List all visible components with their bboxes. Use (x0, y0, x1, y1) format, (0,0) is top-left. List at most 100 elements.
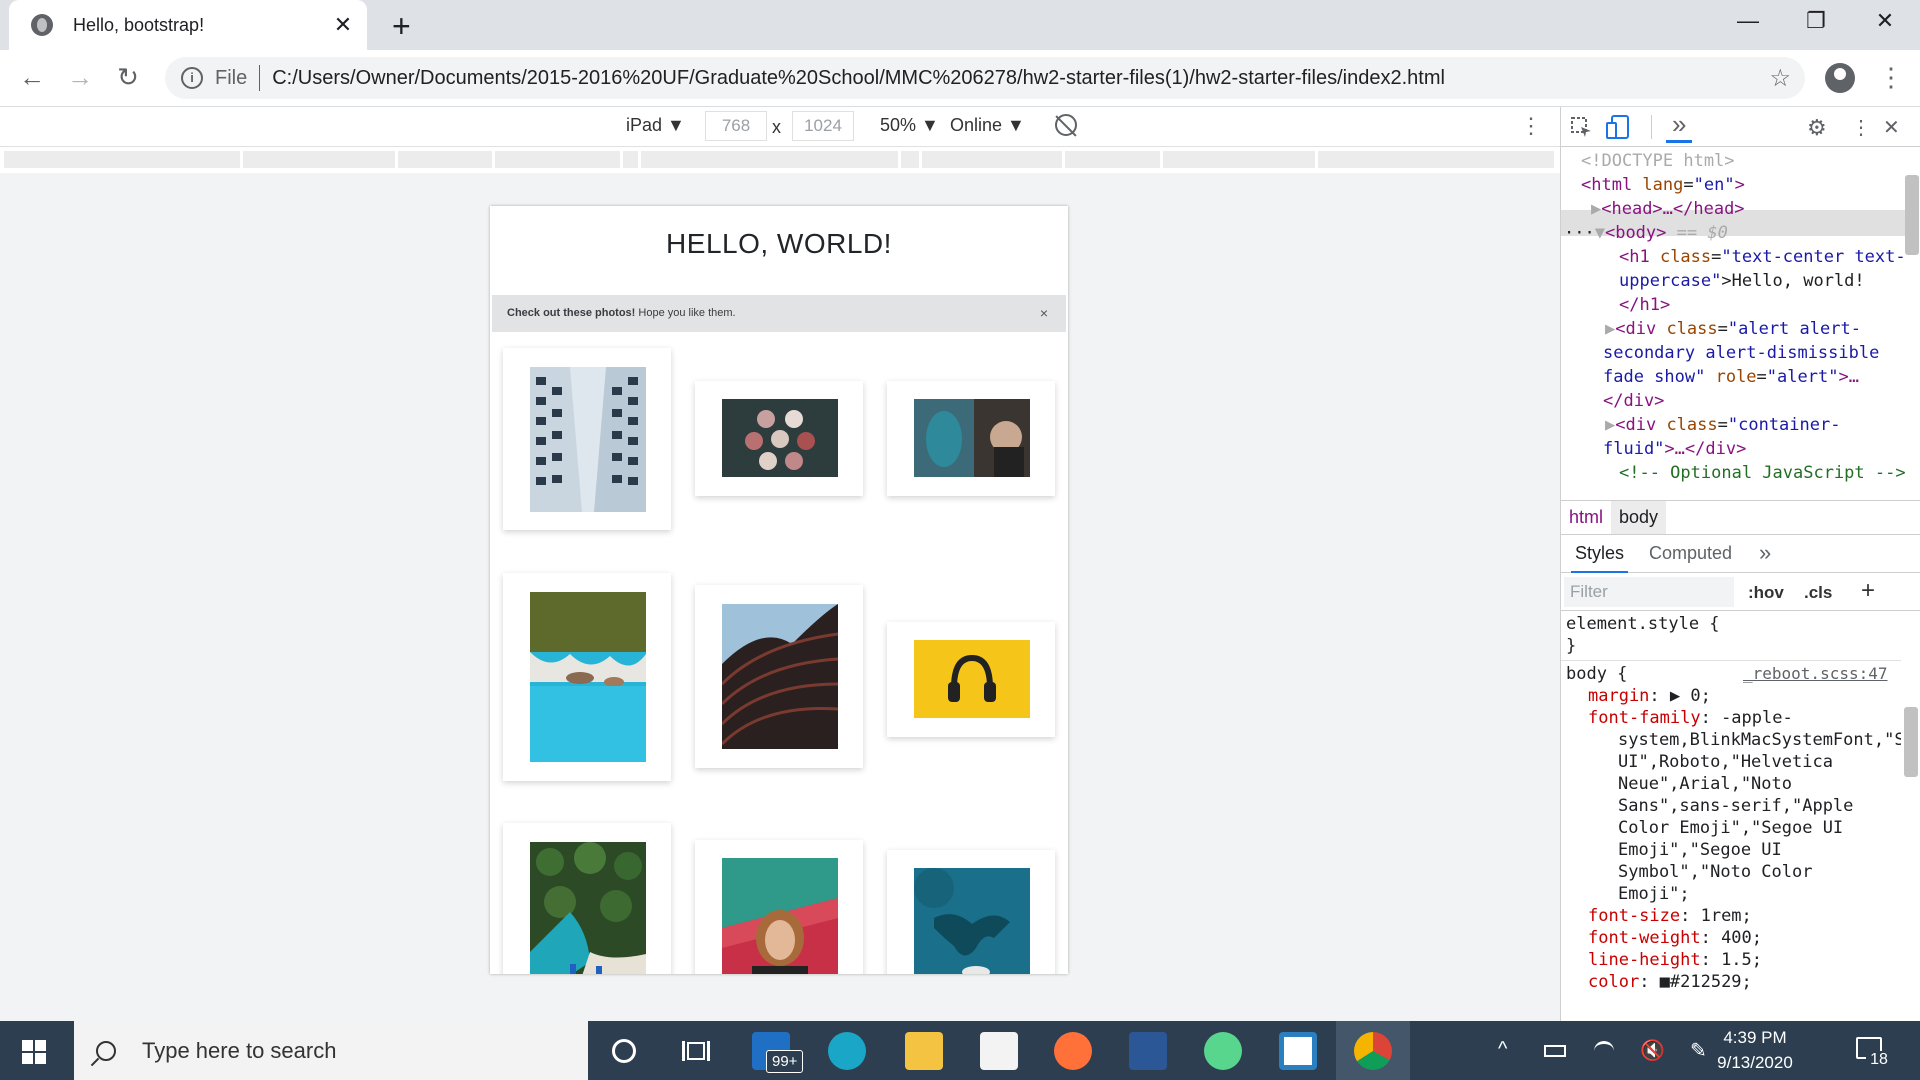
cortana-icon[interactable] (612, 1039, 636, 1063)
body-node[interactable]: ···▼<body> == $0 (1564, 221, 1728, 245)
profile-avatar-icon[interactable] (1825, 63, 1855, 93)
inspect-element-icon[interactable] (1571, 117, 1593, 139)
css-prop-margin[interactable]: margin: ▶ 0; (1588, 685, 1711, 707)
wifi-icon[interactable] (1594, 1041, 1614, 1061)
restore-icon[interactable]: ❐ (1796, 8, 1836, 34)
media-segment[interactable] (398, 151, 492, 168)
chrome-menu-icon[interactable]: ⋮ (1878, 62, 1904, 93)
media-query-bar[interactable] (0, 147, 1560, 173)
media-segment[interactable] (1163, 151, 1315, 168)
width-input[interactable]: 768 (705, 111, 767, 141)
css-prop-font-size[interactable]: font-size: 1rem; (1588, 905, 1752, 927)
css-prop-color[interactable]: color: ■#212529; (1588, 971, 1752, 993)
zoom-select[interactable]: 50% ▼ (880, 115, 939, 136)
new-rule-icon[interactable]: + (1861, 577, 1875, 605)
atom-editor-icon[interactable] (1204, 1032, 1242, 1070)
media-segment[interactable] (495, 151, 620, 168)
back-icon[interactable]: ← (14, 62, 50, 93)
windows-start-icon[interactable] (22, 1040, 46, 1064)
media-segment[interactable] (4, 151, 240, 168)
elements-tree[interactable]: <!DOCTYPE html> <html lang="en"> ▶<head>… (1561, 147, 1920, 500)
minimize-icon[interactable]: — (1728, 8, 1768, 34)
devtools-close-icon[interactable]: ✕ (1883, 115, 1900, 140)
media-segment[interactable] (1318, 151, 1554, 168)
photo-headphones-person (914, 399, 1030, 477)
styles-scrollbar[interactable] (1904, 707, 1918, 777)
rotate-icon[interactable] (1055, 114, 1077, 136)
container-ellipsis: >…</div> (1664, 439, 1747, 459)
address-bar[interactable]: i File C:/Users/Owner/Documents/2015-201… (165, 57, 1805, 99)
h1-node[interactable]: <h1 class="text-center text- (1619, 245, 1906, 269)
device-options-icon[interactable]: ⋮ (1520, 113, 1542, 139)
photo-card (695, 840, 863, 974)
taskbar-search-input[interactable]: Type here to search (74, 1021, 588, 1080)
info-icon[interactable]: i (181, 67, 203, 89)
chrome-app-icon[interactable] (1354, 1032, 1392, 1070)
h1-close-tag: </h1> (1619, 295, 1671, 315)
media-segment[interactable] (922, 151, 1062, 168)
container-div-node[interactable]: ▶<div class="container- (1605, 413, 1840, 437)
close-window-icon[interactable]: ✕ (1865, 8, 1905, 34)
url-text[interactable]: C:/Users/Owner/Documents/2015-2016%20UF/… (272, 67, 1445, 90)
device-toggle-icon[interactable] (1606, 115, 1630, 141)
media-segment[interactable] (641, 151, 898, 168)
pen-icon[interactable]: ✎ (1690, 1038, 1707, 1063)
more-panels-icon[interactable]: » (1666, 109, 1693, 143)
battery-icon[interactable] (1544, 1045, 1566, 1057)
file-explorer-icon[interactable] (905, 1032, 943, 1070)
new-tab-button[interactable]: + (392, 8, 411, 45)
media-segment[interactable] (623, 151, 638, 168)
elements-scrollbar[interactable] (1905, 175, 1919, 255)
settings-icon[interactable]: ⚙ (1807, 115, 1827, 141)
tab-styles[interactable]: Styles (1571, 535, 1629, 573)
browser-toolbar: ← → ↻ i File C:/Users/Owner/Documents/20… (0, 50, 1920, 107)
media-segment[interactable] (901, 151, 919, 168)
devtools-toolbar: » ⚙ ⋮ ✕ (1561, 107, 1920, 147)
head-node[interactable]: ▶<head>…</head> (1591, 197, 1745, 221)
tab-close-icon[interactable]: ✕ (331, 12, 355, 38)
html-node[interactable]: <html lang="en"> (1581, 173, 1745, 197)
forward-icon[interactable]: → (62, 62, 98, 93)
element-style-rule[interactable]: element.style { (1566, 613, 1720, 635)
mail-app-icon[interactable]: 99+ (752, 1032, 804, 1073)
tab-computed[interactable]: Computed (1649, 535, 1732, 571)
search-placeholder: Type here to search (142, 1037, 337, 1063)
microsoft-store-icon[interactable] (980, 1032, 1018, 1070)
throttle-select[interactable]: Online ▼ (950, 115, 1025, 136)
edge-browser-icon[interactable] (828, 1032, 866, 1070)
media-segment[interactable] (243, 151, 395, 168)
clock[interactable]: 4:39 PM 9/13/2020 (1710, 1025, 1800, 1075)
alert-div-node[interactable]: ▶<div class="alert alert- (1605, 317, 1861, 341)
more-style-tabs-icon[interactable]: » (1759, 535, 1771, 571)
styles-pane[interactable]: element.style { } body { _reboot.scss:47… (1561, 611, 1901, 1021)
star-icon[interactable]: ☆ (1769, 64, 1791, 93)
device-select[interactable]: iPad ▼ (626, 115, 685, 136)
browser-tab[interactable]: Hello, bootstrap! ✕ (9, 0, 367, 50)
hov-toggle[interactable]: :hov (1748, 583, 1784, 603)
reload-icon[interactable]: ↻ (110, 62, 146, 93)
source-link[interactable]: _reboot.scss:47 (1743, 663, 1888, 685)
css-prop-font-family[interactable]: font-family: -apple- (1588, 707, 1793, 729)
task-view-icon[interactable] (682, 1039, 710, 1063)
clock-date: 9/13/2020 (1717, 1053, 1793, 1072)
firefox-icon[interactable] (1054, 1032, 1092, 1070)
brackets-app-icon[interactable] (1279, 1032, 1317, 1070)
css-prop-font-weight[interactable]: font-weight: 400; (1588, 927, 1762, 949)
css-prop-line-height[interactable]: line-height: 1.5; (1588, 949, 1762, 971)
alert-close-button[interactable]: × (1040, 295, 1048, 332)
doctype-node[interactable]: <!DOCTYPE html> (1581, 151, 1735, 171)
devtools-menu-icon[interactable]: ⋮ (1851, 115, 1871, 140)
cls-toggle[interactable]: .cls (1804, 583, 1832, 603)
word-app-icon[interactable] (1129, 1032, 1167, 1070)
photo-card (695, 585, 863, 768)
breadcrumb-html[interactable]: html (1561, 501, 1611, 534)
body-rule-selector[interactable]: body { (1566, 663, 1627, 685)
volume-muted-icon[interactable]: 🔇 (1640, 1038, 1665, 1063)
tray-chevron-up-icon[interactable]: ^ (1498, 1038, 1507, 1061)
photo-card (887, 850, 1055, 974)
filter-input[interactable]: Filter (1564, 577, 1734, 607)
comment-node[interactable]: <!-- Optional JavaScript --> (1619, 463, 1906, 483)
height-input[interactable]: 1024 (792, 111, 854, 141)
media-segment[interactable] (1065, 151, 1160, 168)
breadcrumb-body[interactable]: body (1611, 501, 1667, 534)
